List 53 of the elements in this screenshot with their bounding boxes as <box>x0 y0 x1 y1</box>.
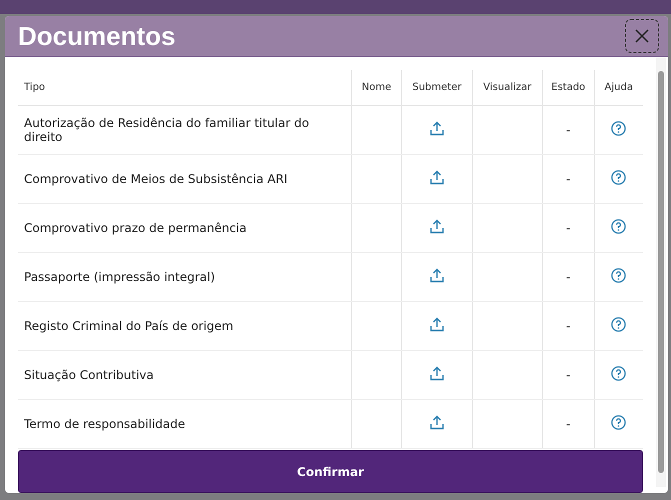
help-button[interactable] <box>611 415 626 430</box>
upload-button[interactable] <box>430 415 444 430</box>
upload-icon <box>430 268 444 283</box>
help-button[interactable] <box>611 268 626 283</box>
table-cell: Comprovativo de Meios de Subsistência ARI <box>18 154 352 204</box>
table-cell: Registo Criminal do País de origem <box>18 302 352 350</box>
table-cell: Autorização de Residência do familiar titular do direito <box>18 106 352 154</box>
upload-icon <box>430 170 444 185</box>
table-cell: - <box>542 302 594 350</box>
upload-button[interactable] <box>430 366 444 381</box>
help-icon <box>611 415 626 430</box>
column-header: Estado <box>542 70 594 106</box>
table-cell: Termo de responsabilidade <box>18 400 352 448</box>
table-cell: - <box>542 204 594 252</box>
help-button[interactable] <box>611 219 626 234</box>
help-icon <box>611 121 626 136</box>
help-icon <box>611 366 626 381</box>
help-button[interactable] <box>611 366 626 381</box>
upload-icon <box>430 366 444 381</box>
column-header: Visualizar <box>472 70 543 106</box>
upload-button[interactable] <box>430 219 444 234</box>
help-icon <box>611 317 626 332</box>
upload-icon <box>430 121 444 136</box>
help-button[interactable] <box>611 317 626 332</box>
help-button[interactable] <box>611 170 626 185</box>
column-header: Tipo <box>18 70 352 106</box>
upload-button[interactable] <box>430 317 444 332</box>
help-icon <box>611 268 626 283</box>
table-cell: Comprovativo prazo de permanência <box>18 204 352 252</box>
upload-button[interactable] <box>430 268 444 283</box>
table-cell: - <box>542 106 594 154</box>
dialog-title: Documentos <box>18 20 176 52</box>
table-cell: Passaporte (impressão integral) <box>18 252 352 302</box>
column-header: Ajuda <box>594 70 643 106</box>
upload-button[interactable] <box>430 170 444 185</box>
help-icon <box>611 170 626 185</box>
upload-button[interactable] <box>430 121 444 136</box>
upload-icon <box>430 415 444 430</box>
confirm-button[interactable]: Confirmar <box>18 450 643 493</box>
scrollbar[interactable] <box>656 57 666 487</box>
help-icon <box>611 219 626 234</box>
table-cell: - <box>542 350 594 400</box>
table-cell: - <box>542 400 594 448</box>
column-header: Nome <box>351 70 402 106</box>
close-button[interactable] <box>625 19 659 53</box>
close-icon <box>635 29 649 43</box>
column-header: Submeter <box>402 70 472 106</box>
upload-icon <box>430 317 444 332</box>
table-cell: Situação Contributiva <box>18 350 352 400</box>
upload-icon <box>430 219 444 234</box>
table-cell: - <box>542 252 594 302</box>
table-cell: - <box>542 154 594 204</box>
help-button[interactable] <box>611 121 626 136</box>
